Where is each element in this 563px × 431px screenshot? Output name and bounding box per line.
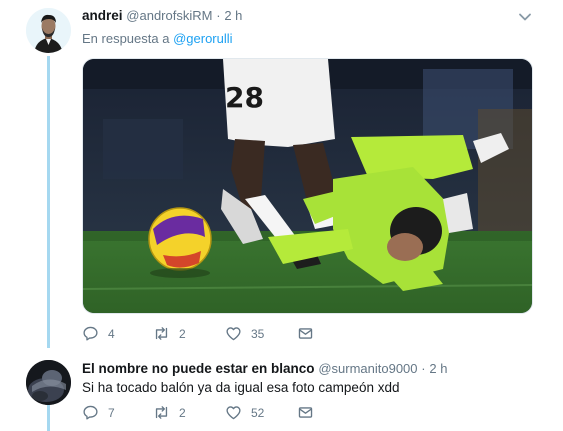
reply-prefix: En respuesta a xyxy=(82,31,170,46)
retweet-button[interactable]: 2 xyxy=(153,325,225,342)
timestamp[interactable]: 2 h xyxy=(429,361,447,376)
tweet-photo[interactable]: 28 xyxy=(82,58,533,314)
reply-icon xyxy=(83,326,98,341)
heart-icon xyxy=(226,406,241,420)
separator-dot: · xyxy=(216,8,221,23)
like-count: 52 xyxy=(251,405,265,420)
reply-button[interactable]: 7 xyxy=(82,404,153,421)
chevron-down-icon[interactable] xyxy=(518,10,532,24)
retweet-count: 2 xyxy=(179,405,186,420)
envelope-icon xyxy=(298,407,313,418)
timestamp[interactable]: 2 h xyxy=(224,8,242,23)
direct-message-button[interactable] xyxy=(297,325,314,342)
reply-count: 4 xyxy=(108,326,115,341)
username[interactable]: @surmanito9000 xyxy=(318,361,417,376)
tweet-actions: 4 2 35 xyxy=(82,325,314,342)
retweet-icon xyxy=(155,406,168,419)
separator-dot: · xyxy=(421,361,426,376)
thread-connector xyxy=(47,56,50,348)
display-name[interactable]: El nombre no puede estar en blanco xyxy=(82,361,315,376)
reply-count: 7 xyxy=(108,405,115,420)
tweet-header: andrei @androfskiRM · 2 h xyxy=(82,8,242,23)
reply-icon xyxy=(83,405,98,420)
like-count: 35 xyxy=(251,326,265,341)
tweet-actions: 7 2 52 xyxy=(82,404,314,421)
reply-context: En respuesta a @gerorulli xyxy=(82,31,233,46)
like-button[interactable]: 52 xyxy=(225,404,297,421)
tweet-header: El nombre no puede estar en blanco @surm… xyxy=(82,361,447,376)
svg-text:28: 28 xyxy=(225,81,264,114)
avatar[interactable] xyxy=(26,360,71,405)
reply-button[interactable]: 4 xyxy=(82,325,153,342)
tweet-text: Si ha tocado balón ya da igual esa foto … xyxy=(82,380,400,395)
username[interactable]: @androfskiRM xyxy=(126,8,212,23)
heart-icon xyxy=(226,327,241,341)
envelope-icon xyxy=(298,328,313,339)
retweet-button[interactable]: 2 xyxy=(153,404,225,421)
direct-message-button[interactable] xyxy=(297,404,314,421)
like-button[interactable]: 35 xyxy=(225,325,297,342)
display-name[interactable]: andrei xyxy=(82,8,123,23)
retweet-count: 2 xyxy=(179,326,186,341)
retweet-icon xyxy=(155,327,168,340)
avatar[interactable] xyxy=(26,8,71,53)
reply-mention-link[interactable]: @gerorulli xyxy=(173,31,232,46)
